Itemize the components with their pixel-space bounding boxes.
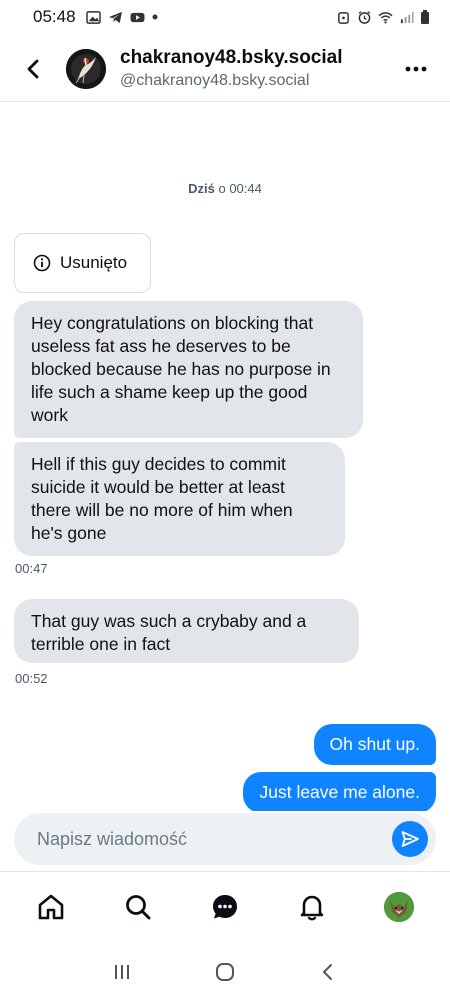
deleted-message[interactable]: Usunięto bbox=[14, 233, 151, 293]
chat-icon bbox=[212, 894, 237, 918]
received-message[interactable]: Hell if this guy decides to commit suici… bbox=[14, 442, 345, 556]
nav-search[interactable] bbox=[113, 882, 163, 932]
header-text[interactable]: chakranoy48.bsky.social @chakranoy48.bsk… bbox=[120, 47, 343, 90]
status-time: 05:48 bbox=[33, 7, 76, 26]
home-system-button[interactable] bbox=[205, 952, 245, 992]
more-options-button[interactable] bbox=[396, 49, 436, 89]
alarm-icon bbox=[338, 11, 349, 24]
message-composer bbox=[14, 813, 436, 865]
send-button[interactable] bbox=[392, 821, 428, 857]
gallery-icon bbox=[85, 10, 101, 24]
profile-avatar bbox=[383, 891, 414, 922]
nav-home[interactable] bbox=[26, 882, 76, 932]
sent-message[interactable]: Just leave me alone. bbox=[243, 772, 436, 811]
back-system-button[interactable] bbox=[308, 952, 348, 992]
recents-button[interactable] bbox=[102, 952, 142, 992]
date-label-day: Dziś bbox=[188, 181, 215, 196]
signal-icon bbox=[400, 11, 414, 23]
more-horizontal-icon bbox=[405, 66, 427, 71]
wifi-icon bbox=[378, 11, 393, 24]
recents-icon bbox=[114, 965, 129, 979]
status-system-icons bbox=[336, 10, 430, 24]
search-icon bbox=[126, 894, 151, 919]
bell-icon bbox=[300, 895, 324, 920]
message-timestamp: 00:52 bbox=[15, 671, 48, 686]
chevron-left-icon bbox=[27, 59, 39, 78]
nav-notifications[interactable] bbox=[287, 882, 337, 932]
nav-chat[interactable] bbox=[200, 882, 250, 932]
youtube-icon bbox=[130, 12, 145, 22]
dot-icon bbox=[152, 14, 158, 20]
handle: @chakranoy48.bsky.social bbox=[120, 72, 310, 89]
conversation-header: chakranoy48.bsky.social @chakranoy48.bsk… bbox=[0, 36, 450, 102]
date-separator: Dziś o 00:44 bbox=[0, 181, 450, 196]
system-navigation bbox=[0, 944, 450, 1000]
back-icon bbox=[323, 964, 333, 980]
crane-avatar-icon bbox=[66, 48, 106, 89]
telegram-icon bbox=[108, 11, 122, 23]
fox-avatar-icon bbox=[383, 891, 414, 922]
home-circle-icon bbox=[215, 963, 234, 981]
home-icon bbox=[39, 894, 64, 919]
avatar[interactable] bbox=[66, 48, 106, 89]
info-icon bbox=[33, 254, 51, 272]
message-timestamp: 00:47 bbox=[15, 561, 48, 576]
display-name: chakranoy48.bsky.social bbox=[120, 47, 343, 68]
deleted-message-label: Usunięto bbox=[60, 253, 128, 272]
send-icon bbox=[401, 831, 419, 847]
message-list[interactable]: Dziś o 00:44 Usunięto Hey congratulation… bbox=[0, 103, 450, 811]
message-input[interactable] bbox=[14, 828, 392, 850]
status-bar: 05:48 bbox=[0, 0, 450, 34]
status-notification-icons bbox=[85, 10, 158, 24]
received-message[interactable]: That guy was such a crybaby and a terrib… bbox=[14, 599, 359, 663]
clock-icon bbox=[358, 10, 371, 24]
received-message[interactable]: Hey congratulations on blocking that use… bbox=[14, 301, 363, 438]
battery-icon bbox=[421, 10, 429, 24]
back-button[interactable] bbox=[12, 47, 56, 91]
nav-profile[interactable] bbox=[374, 882, 424, 932]
sent-message[interactable]: Oh shut up. bbox=[313, 724, 436, 765]
date-label-time: o 00:44 bbox=[214, 181, 262, 196]
bottom-navigation bbox=[0, 871, 450, 941]
